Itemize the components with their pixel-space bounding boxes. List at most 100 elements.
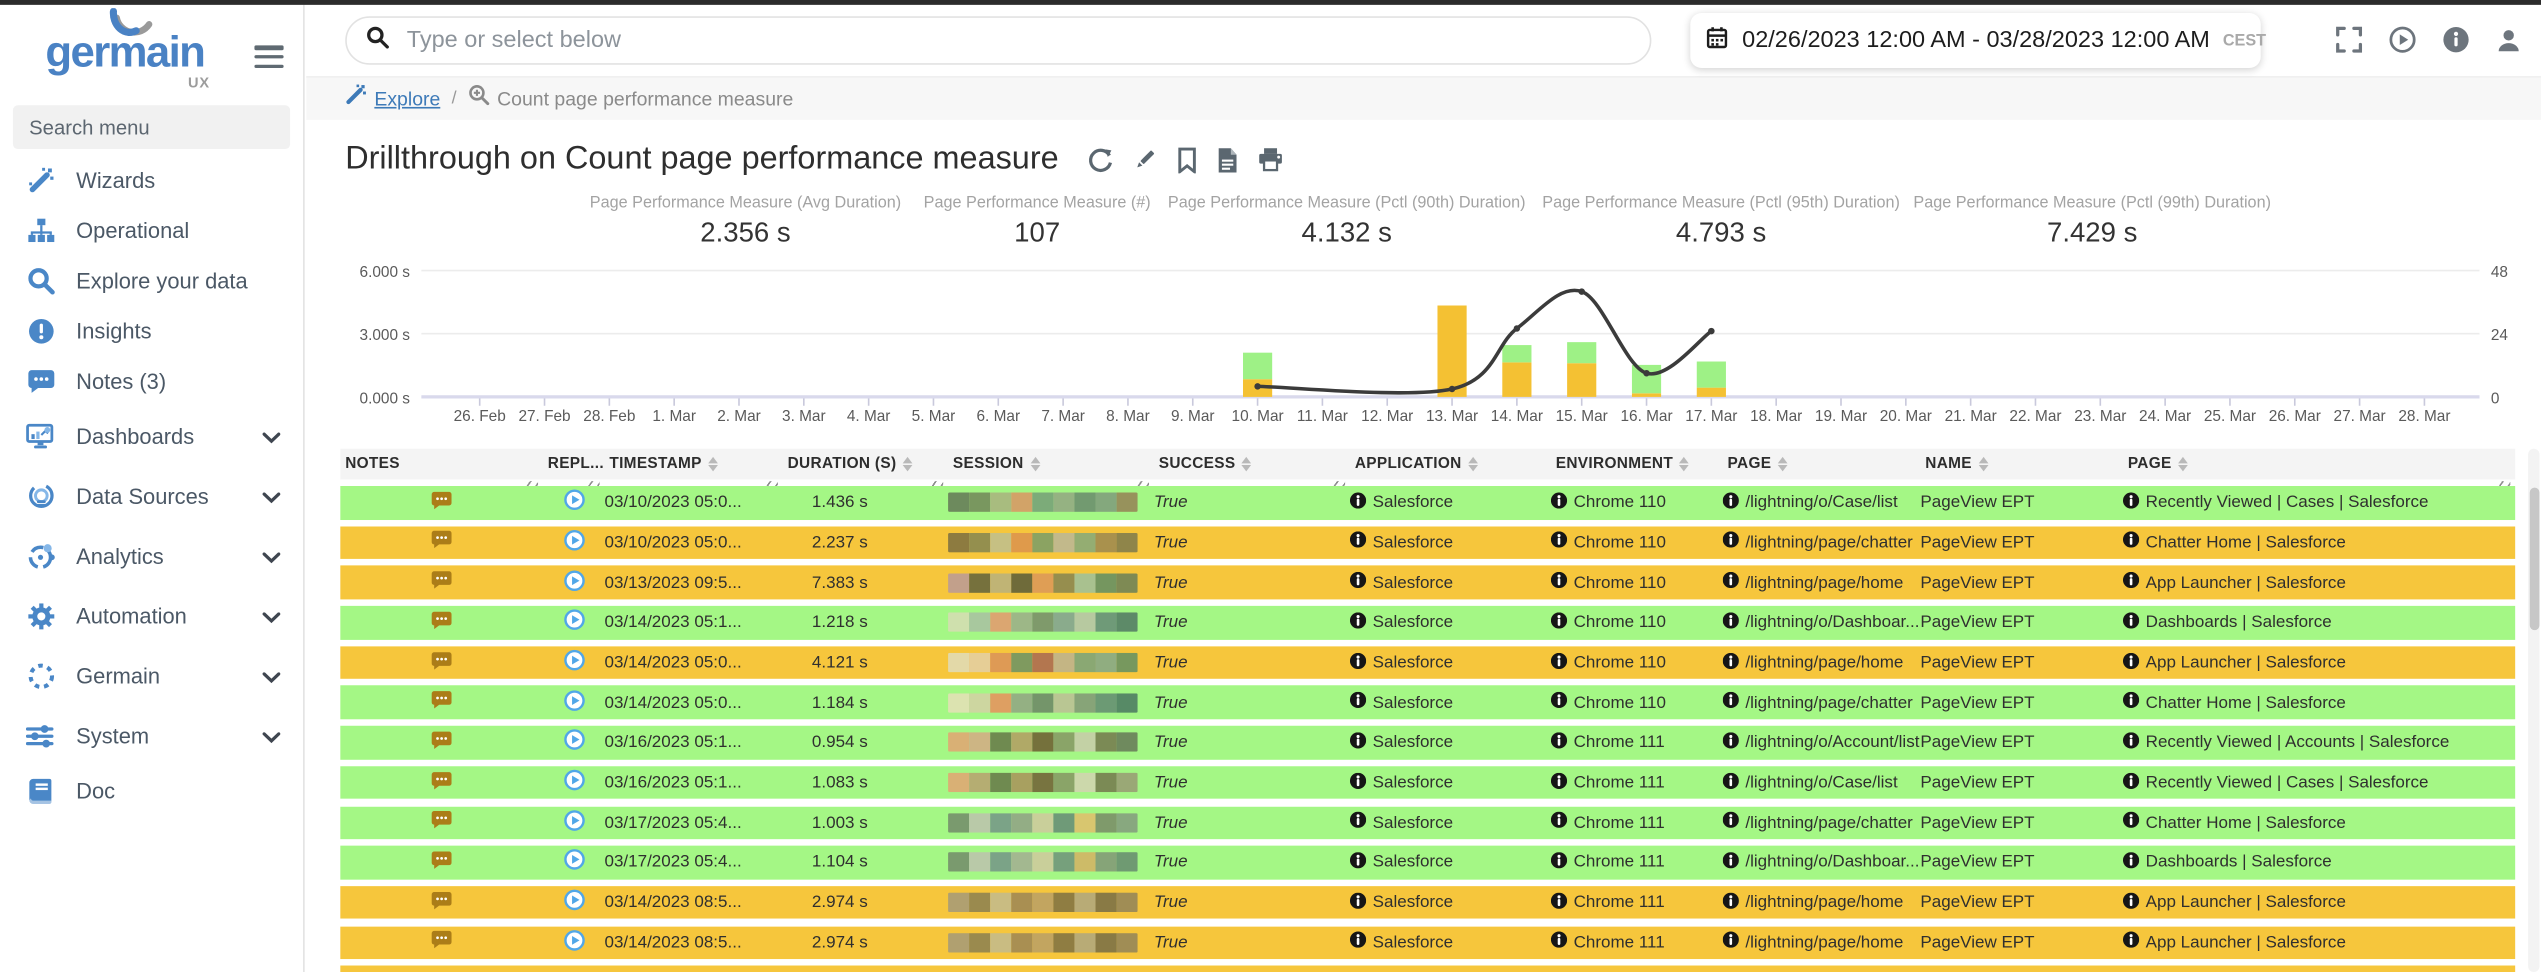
table-scrollbar[interactable] (2528, 449, 2539, 972)
sidebar-item-system[interactable]: System (0, 706, 303, 766)
session-thumbnail[interactable] (948, 613, 1138, 632)
info-icon[interactable] (2123, 892, 2139, 913)
bar-orange-14-mar[interactable] (1502, 362, 1531, 397)
bar-green-15-mar[interactable] (1567, 342, 1596, 363)
info-icon[interactable] (1551, 492, 1567, 513)
sidebar-item-wizards[interactable]: Wizards (0, 156, 303, 206)
edit-icon[interactable] (1133, 147, 1157, 171)
info-icon[interactable] (1350, 732, 1366, 753)
note-comment-icon[interactable] (431, 730, 452, 754)
note-comment-icon[interactable] (431, 650, 452, 674)
bar-green-16-mar[interactable] (1632, 365, 1661, 393)
sort-arrows-icon[interactable] (903, 457, 913, 472)
info-icon[interactable] (1551, 892, 1567, 913)
sort-arrows-icon[interactable] (1242, 457, 1252, 472)
info-circle-icon[interactable] (2442, 26, 2470, 54)
column-header-session[interactable]: SESSION (948, 455, 1154, 473)
info-icon[interactable] (1723, 772, 1739, 793)
user-icon[interactable] (2496, 27, 2522, 53)
info-icon[interactable] (1551, 932, 1567, 953)
replay-icon[interactable] (563, 930, 584, 956)
table-row[interactable]: 03/17/2023 05:4...1.003 sTrueSalesforceC… (340, 806, 2515, 839)
sort-arrows-icon[interactable] (1680, 457, 1690, 472)
sort-arrows-icon[interactable] (708, 457, 718, 472)
session-thumbnail[interactable] (948, 653, 1138, 672)
info-icon[interactable] (1723, 572, 1739, 593)
replay-icon[interactable] (563, 570, 584, 596)
table-row[interactable]: 03/16/2023 05:1...1.083 sTrueSalesforceC… (340, 766, 2515, 799)
line-point[interactable] (1708, 328, 1714, 334)
info-icon[interactable] (1350, 892, 1366, 913)
info-icon[interactable] (1723, 492, 1739, 513)
session-thumbnail[interactable] (948, 533, 1138, 552)
replay-icon[interactable] (563, 610, 584, 636)
table-row[interactable]: 03/10/2023 05:0...2.237 sTrueSalesforceC… (340, 526, 2515, 559)
sidebar-search-input[interactable] (13, 105, 290, 149)
line-point[interactable] (1254, 383, 1260, 389)
note-comment-icon[interactable] (431, 570, 452, 594)
note-comment-icon[interactable] (431, 770, 452, 794)
replay-icon[interactable] (563, 890, 584, 916)
info-icon[interactable] (2123, 532, 2139, 553)
info-icon[interactable] (1723, 692, 1739, 713)
bar-orange-15-mar[interactable] (1567, 363, 1596, 397)
table-row-partial[interactable] (340, 966, 2515, 972)
session-thumbnail[interactable] (948, 893, 1138, 912)
session-thumbnail[interactable] (948, 573, 1138, 592)
note-comment-icon[interactable] (431, 610, 452, 634)
chevron-down-icon[interactable] (263, 482, 281, 511)
info-icon[interactable] (1551, 772, 1567, 793)
table-row[interactable]: 03/10/2023 05:0...1.436 sTrueSalesforceC… (340, 486, 2515, 519)
info-icon[interactable] (1551, 532, 1567, 553)
info-icon[interactable] (2123, 652, 2139, 673)
info-icon[interactable] (1723, 932, 1739, 953)
sidebar-item-insights[interactable]: Insights (0, 306, 303, 356)
play-circle-icon[interactable] (2389, 26, 2417, 54)
sidebar-item-germain[interactable]: Germain (0, 646, 303, 706)
note-comment-icon[interactable] (431, 690, 452, 714)
info-icon[interactable] (1551, 612, 1567, 633)
info-icon[interactable] (2123, 572, 2139, 593)
bar-orange-17-mar[interactable] (1697, 388, 1726, 397)
info-icon[interactable] (1551, 812, 1567, 833)
bar-green-10-mar[interactable] (1243, 353, 1272, 380)
info-icon[interactable] (1551, 652, 1567, 673)
table-row[interactable]: 03/14/2023 08:5...2.974 sTrueSalesforceC… (340, 926, 2515, 959)
info-icon[interactable] (1551, 692, 1567, 713)
menu-toggle-icon[interactable] (254, 45, 283, 73)
chevron-down-icon[interactable] (263, 662, 281, 691)
info-icon[interactable] (2123, 852, 2139, 873)
info-icon[interactable] (1350, 492, 1366, 513)
line-point[interactable] (1514, 325, 1520, 331)
refresh-icon[interactable] (1088, 147, 1114, 173)
chevron-down-icon[interactable] (263, 542, 281, 571)
info-icon[interactable] (1350, 652, 1366, 673)
bookmark-icon[interactable] (1177, 147, 1198, 173)
info-icon[interactable] (1723, 532, 1739, 553)
breadcrumb-link-explore[interactable]: Explore (374, 87, 440, 110)
info-icon[interactable] (1551, 572, 1567, 593)
note-comment-icon[interactable] (431, 490, 452, 514)
replay-icon[interactable] (563, 850, 584, 876)
bar-orange-13-mar[interactable] (1437, 305, 1466, 396)
column-header-success[interactable]: SUCCESS (1154, 455, 1350, 473)
sort-arrows-icon[interactable] (1468, 457, 1478, 472)
table-row[interactable]: 03/17/2023 05:4...1.104 sTrueSalesforceC… (340, 846, 2515, 879)
global-search-input[interactable] (404, 26, 1631, 55)
column-header-name[interactable]: NAME (1920, 455, 2123, 473)
replay-icon[interactable] (563, 730, 584, 756)
sidebar-item-operational[interactable]: Operational (0, 206, 303, 256)
sort-arrows-icon[interactable] (1778, 457, 1788, 472)
chevron-down-icon[interactable] (263, 422, 281, 451)
info-icon[interactable] (1350, 932, 1366, 953)
info-icon[interactable] (2123, 812, 2139, 833)
note-comment-icon[interactable] (431, 930, 452, 954)
column-header-page[interactable]: PAGE (2123, 455, 2515, 473)
file-csv-icon[interactable] (1217, 147, 1238, 173)
info-icon[interactable] (1723, 852, 1739, 873)
sort-arrows-icon[interactable] (1030, 457, 1040, 472)
session-thumbnail[interactable] (948, 493, 1138, 512)
fullscreen-icon[interactable] (2335, 26, 2363, 54)
sort-arrows-icon[interactable] (1978, 457, 1988, 472)
date-range-picker[interactable]: 02/26/2023 12:00 AM - 03/28/2023 12:00 A… (1690, 13, 2260, 68)
